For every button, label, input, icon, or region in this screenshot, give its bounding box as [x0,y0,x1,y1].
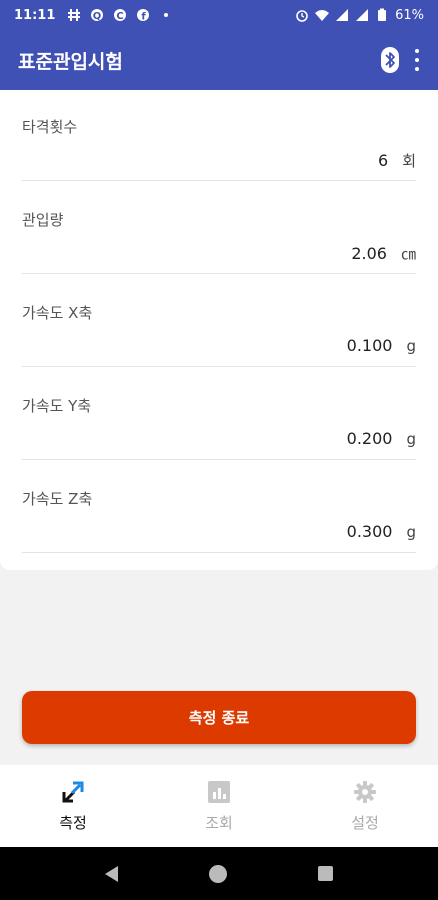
field-value-row: 2.06 ㎝ [351,243,416,264]
nav-label: 측정 [59,813,87,832]
field-underline [22,552,416,553]
field-label: 관입량 [22,211,64,229]
back-icon[interactable] [105,865,119,882]
system-nav-bar [0,847,438,900]
status-right: 61% [295,8,424,23]
nav-item-history[interactable]: 조회 [146,765,292,847]
signal-icon [356,9,369,21]
field-accel-x: 가속도 X축 0.100 g [22,302,416,367]
field-unit: ㎝ [400,245,416,263]
field-underline [22,273,416,274]
field-label: 가속도 Z축 [22,490,93,508]
field-value-row: 0.300 g [347,522,416,541]
chart-icon [208,780,230,803]
alarm-icon [296,10,308,22]
bottom-nav: 측정 조회 설정 [0,765,438,847]
q-icon: Q [91,9,104,22]
field-penetration: 관입량 2.06 ㎝ [22,209,416,274]
wifi-icon [315,10,330,21]
battery-percent: 61% [395,7,424,23]
page-title: 표준관입시험 [18,50,123,73]
field-unit: 회 [402,152,416,170]
recent-apps-icon[interactable] [317,866,333,881]
field-value-row: 0.100 g [347,336,416,355]
app-bar: 표준관입시험 [0,30,438,90]
field-blow-count: 타격횟수 6 회 [22,116,416,181]
field-accel-y: 가속도 Y축 0.200 g [22,395,416,460]
nav-item-measure[interactable]: 측정 [0,765,146,847]
field-unit: g [406,337,416,355]
field-label: 가속도 X축 [22,304,93,322]
gear-icon [354,780,376,803]
field-value: 0.300 [346,522,393,541]
battery-icon [378,8,387,21]
field-value: 0.100 [346,336,393,355]
facebook-icon: f [137,9,150,23]
status-time: 11:11 [14,7,56,23]
bluetooth-icon[interactable] [380,47,400,73]
field-underline [22,366,416,367]
field-label: 타격횟수 [22,118,78,136]
field-underline [22,459,416,460]
appbar-actions [380,47,420,73]
field-value-row: 0.200 g [347,429,416,448]
svg-text:C: C [117,11,124,22]
nav-label: 조회 [205,813,233,832]
field-label: 가속도 Y축 [22,397,92,415]
field-value: 2.06 [351,244,387,263]
signal-icon [336,9,349,21]
field-value-row: 6 회 [378,150,416,171]
status-bar: 11:11 Q C f 61% [0,0,438,30]
home-icon[interactable] [208,864,227,883]
end-measurement-button[interactable]: 측정 종료 [22,691,416,744]
measurement-card: 타격횟수 6 회 관입량 2.06 ㎝ 가속도 X축 0.100 g 가속도 Y… [0,90,438,570]
field-underline [22,180,416,181]
svg-text:f: f [142,12,147,23]
notification-icons: Q C f [67,8,173,22]
field-unit: g [406,430,416,448]
measure-icon [62,781,84,802]
c-icon: C [114,9,127,22]
nav-item-settings[interactable]: 설정 [292,765,438,847]
field-unit: g [406,523,416,541]
hash-icon [68,9,81,21]
dot-icon [164,13,169,17]
field-accel-z: 가속도 Z축 0.300 g [22,488,416,553]
more-vert-icon[interactable] [414,49,420,71]
nav-label: 설정 [351,813,379,832]
field-value: 0.200 [346,429,393,448]
field-value: 6 [378,151,389,170]
svg-text:Q: Q [93,11,102,22]
